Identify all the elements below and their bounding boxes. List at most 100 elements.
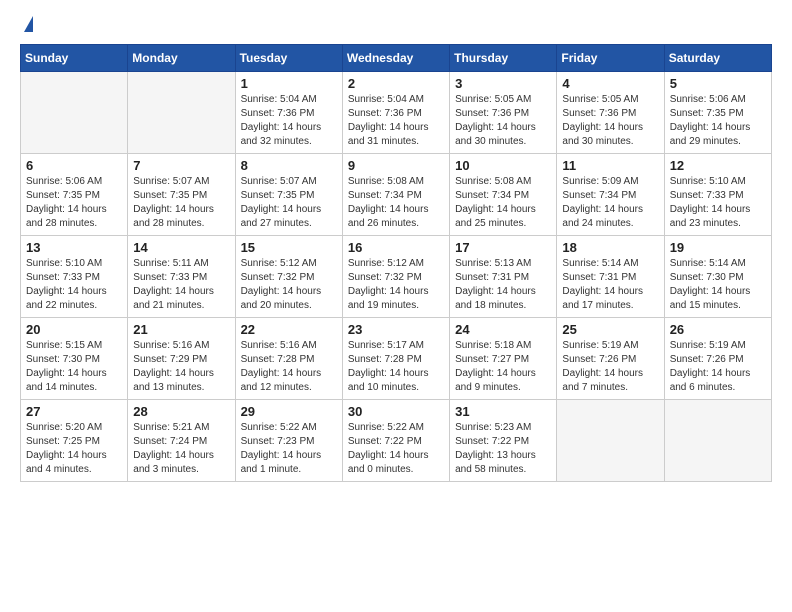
cell-details: Sunrise: 5:08 AMSunset: 7:34 PMDaylight:…	[455, 175, 551, 231]
cell-details: Sunrise: 5:07 AMSunset: 7:35 PMDaylight:…	[241, 175, 337, 231]
cell-details: Sunrise: 5:17 AMSunset: 7:28 PMDaylight:…	[348, 339, 444, 395]
day-number: 6	[26, 158, 122, 173]
day-number: 25	[562, 322, 658, 337]
day-number: 19	[670, 240, 766, 255]
calendar-cell: 29Sunrise: 5:22 AMSunset: 7:23 PMDayligh…	[235, 400, 342, 482]
weekday-header-thursday: Thursday	[450, 45, 557, 72]
cell-details: Sunrise: 5:19 AMSunset: 7:26 PMDaylight:…	[670, 339, 766, 395]
cell-details: Sunrise: 5:18 AMSunset: 7:27 PMDaylight:…	[455, 339, 551, 395]
day-number: 10	[455, 158, 551, 173]
calendar-cell: 26 Sunrise: 5:19 AMSunset: 7:26 PMDayligh…	[664, 318, 771, 400]
calendar-cell	[664, 400, 771, 482]
calendar-cell: 2 Sunrise: 5:04 AMSunset: 7:36 PMDaylight…	[342, 72, 449, 154]
day-number: 21	[133, 322, 229, 337]
calendar-cell: 9 Sunrise: 5:08 AMSunset: 7:34 PMDaylight…	[342, 154, 449, 236]
cell-details: Sunrise: 5:19 AMSunset: 7:26 PMDaylight:…	[562, 339, 658, 395]
weekday-header-monday: Monday	[128, 45, 235, 72]
calendar-cell	[128, 72, 235, 154]
calendar-cell: 10 Sunrise: 5:08 AMSunset: 7:34 PMDayligh…	[450, 154, 557, 236]
calendar-cell: 23 Sunrise: 5:17 AMSunset: 7:28 PMDayligh…	[342, 318, 449, 400]
cell-details: Sunrise: 5:12 AMSunset: 7:32 PMDaylight:…	[241, 257, 337, 313]
weekday-header-friday: Friday	[557, 45, 664, 72]
calendar-cell: 5 Sunrise: 5:06 AMSunset: 7:35 PMDaylight…	[664, 72, 771, 154]
calendar-cell: 14 Sunrise: 5:11 AMSunset: 7:33 PMDayligh…	[128, 236, 235, 318]
page-header	[20, 16, 772, 34]
cell-details: Sunrise: 5:13 AMSunset: 7:31 PMDaylight:…	[455, 257, 551, 313]
cell-details: Sunrise: 5:06 AMSunset: 7:35 PMDaylight:…	[26, 175, 122, 231]
cell-details: Sunrise: 5:10 AMSunset: 7:33 PMDaylight:…	[670, 175, 766, 231]
calendar-cell: 15 Sunrise: 5:12 AMSunset: 7:32 PMDayligh…	[235, 236, 342, 318]
day-number: 22	[241, 322, 337, 337]
cell-details: Sunrise: 5:04 AMSunset: 7:36 PMDaylight:…	[348, 93, 444, 149]
calendar-cell: 8 Sunrise: 5:07 AMSunset: 7:35 PMDaylight…	[235, 154, 342, 236]
day-number: 7	[133, 158, 229, 173]
calendar-cell: 18 Sunrise: 5:14 AMSunset: 7:31 PMDayligh…	[557, 236, 664, 318]
day-number: 30	[348, 404, 444, 419]
cell-details: Sunrise: 5:05 AMSunset: 7:36 PMDaylight:…	[455, 93, 551, 149]
cell-details: Sunrise: 5:14 AMSunset: 7:31 PMDaylight:…	[562, 257, 658, 313]
day-number: 8	[241, 158, 337, 173]
day-number: 13	[26, 240, 122, 255]
day-number: 4	[562, 76, 658, 91]
day-number: 26	[670, 322, 766, 337]
cell-details: Sunrise: 5:16 AMSunset: 7:28 PMDaylight:…	[241, 339, 337, 395]
cell-details: Sunrise: 5:22 AMSunset: 7:22 PMDaylight:…	[348, 421, 444, 477]
calendar-cell: 21 Sunrise: 5:16 AMSunset: 7:29 PMDayligh…	[128, 318, 235, 400]
day-number: 23	[348, 322, 444, 337]
calendar-cell: 12 Sunrise: 5:10 AMSunset: 7:33 PMDayligh…	[664, 154, 771, 236]
cell-details: Sunrise: 5:12 AMSunset: 7:32 PMDaylight:…	[348, 257, 444, 313]
calendar-cell: 7 Sunrise: 5:07 AMSunset: 7:35 PMDaylight…	[128, 154, 235, 236]
day-number: 20	[26, 322, 122, 337]
day-number: 1	[241, 76, 337, 91]
day-number: 27	[26, 404, 122, 419]
cell-details: Sunrise: 5:15 AMSunset: 7:30 PMDaylight:…	[26, 339, 122, 395]
day-number: 2	[348, 76, 444, 91]
day-number: 5	[670, 76, 766, 91]
weekday-header-wednesday: Wednesday	[342, 45, 449, 72]
day-number: 17	[455, 240, 551, 255]
calendar-cell: 16 Sunrise: 5:12 AMSunset: 7:32 PMDayligh…	[342, 236, 449, 318]
cell-details: Sunrise: 5:08 AMSunset: 7:34 PMDaylight:…	[348, 175, 444, 231]
calendar-cell: 20 Sunrise: 5:15 AMSunset: 7:30 PMDayligh…	[21, 318, 128, 400]
calendar-cell	[21, 72, 128, 154]
cell-details: Sunrise: 5:16 AMSunset: 7:29 PMDaylight:…	[133, 339, 229, 395]
day-number: 16	[348, 240, 444, 255]
day-number: 11	[562, 158, 658, 173]
cell-details: Sunrise: 5:20 AMSunset: 7:25 PMDaylight:…	[26, 421, 122, 477]
logo	[20, 16, 33, 34]
day-number: 18	[562, 240, 658, 255]
day-number: 24	[455, 322, 551, 337]
cell-details: Sunrise: 5:21 AMSunset: 7:24 PMDaylight:…	[133, 421, 229, 477]
calendar-cell: 28 Sunrise: 5:21 AMSunset: 7:24 PMDayligh…	[128, 400, 235, 482]
cell-details: Sunrise: 5:05 AMSunset: 7:36 PMDaylight:…	[562, 93, 658, 149]
cell-details: Sunrise: 5:04 AMSunset: 7:36 PMDaylight:…	[241, 93, 337, 149]
day-number: 3	[455, 76, 551, 91]
calendar-cell	[557, 400, 664, 482]
calendar-cell: 4 Sunrise: 5:05 AMSunset: 7:36 PMDaylight…	[557, 72, 664, 154]
day-number: 31	[455, 404, 551, 419]
day-number: 14	[133, 240, 229, 255]
calendar-cell: 3 Sunrise: 5:05 AMSunset: 7:36 PMDaylight…	[450, 72, 557, 154]
day-number: 28	[133, 404, 229, 419]
cell-details: Sunrise: 5:06 AMSunset: 7:35 PMDaylight:…	[670, 93, 766, 149]
day-number: 9	[348, 158, 444, 173]
cell-details: Sunrise: 5:10 AMSunset: 7:33 PMDaylight:…	[26, 257, 122, 313]
calendar-cell: 11 Sunrise: 5:09 AMSunset: 7:34 PMDayligh…	[557, 154, 664, 236]
calendar-cell: 17 Sunrise: 5:13 AMSunset: 7:31 PMDayligh…	[450, 236, 557, 318]
calendar-cell: 31Sunrise: 5:23 AMSunset: 7:22 PMDayligh…	[450, 400, 557, 482]
cell-details: Sunrise: 5:14 AMSunset: 7:30 PMDaylight:…	[670, 257, 766, 313]
calendar-cell: 19 Sunrise: 5:14 AMSunset: 7:30 PMDayligh…	[664, 236, 771, 318]
weekday-header-saturday: Saturday	[664, 45, 771, 72]
day-number: 29	[241, 404, 337, 419]
calendar-cell: 30 Sunrise: 5:22 AMSunset: 7:22 PMDayligh…	[342, 400, 449, 482]
calendar-cell: 25 Sunrise: 5:19 AMSunset: 7:26 PMDayligh…	[557, 318, 664, 400]
calendar-cell: 6 Sunrise: 5:06 AMSunset: 7:35 PMDaylight…	[21, 154, 128, 236]
cell-details: Sunrise: 5:09 AMSunset: 7:34 PMDaylight:…	[562, 175, 658, 231]
calendar-table: SundayMondayTuesdayWednesdayThursdayFrid…	[20, 44, 772, 482]
day-number: 15	[241, 240, 337, 255]
weekday-header-sunday: Sunday	[21, 45, 128, 72]
cell-details: Sunrise: 5:11 AMSunset: 7:33 PMDaylight:…	[133, 257, 229, 313]
day-number: 12	[670, 158, 766, 173]
cell-details: Sunrise: 5:07 AMSunset: 7:35 PMDaylight:…	[133, 175, 229, 231]
calendar-cell: 1 Sunrise: 5:04 AMSunset: 7:36 PMDaylight…	[235, 72, 342, 154]
